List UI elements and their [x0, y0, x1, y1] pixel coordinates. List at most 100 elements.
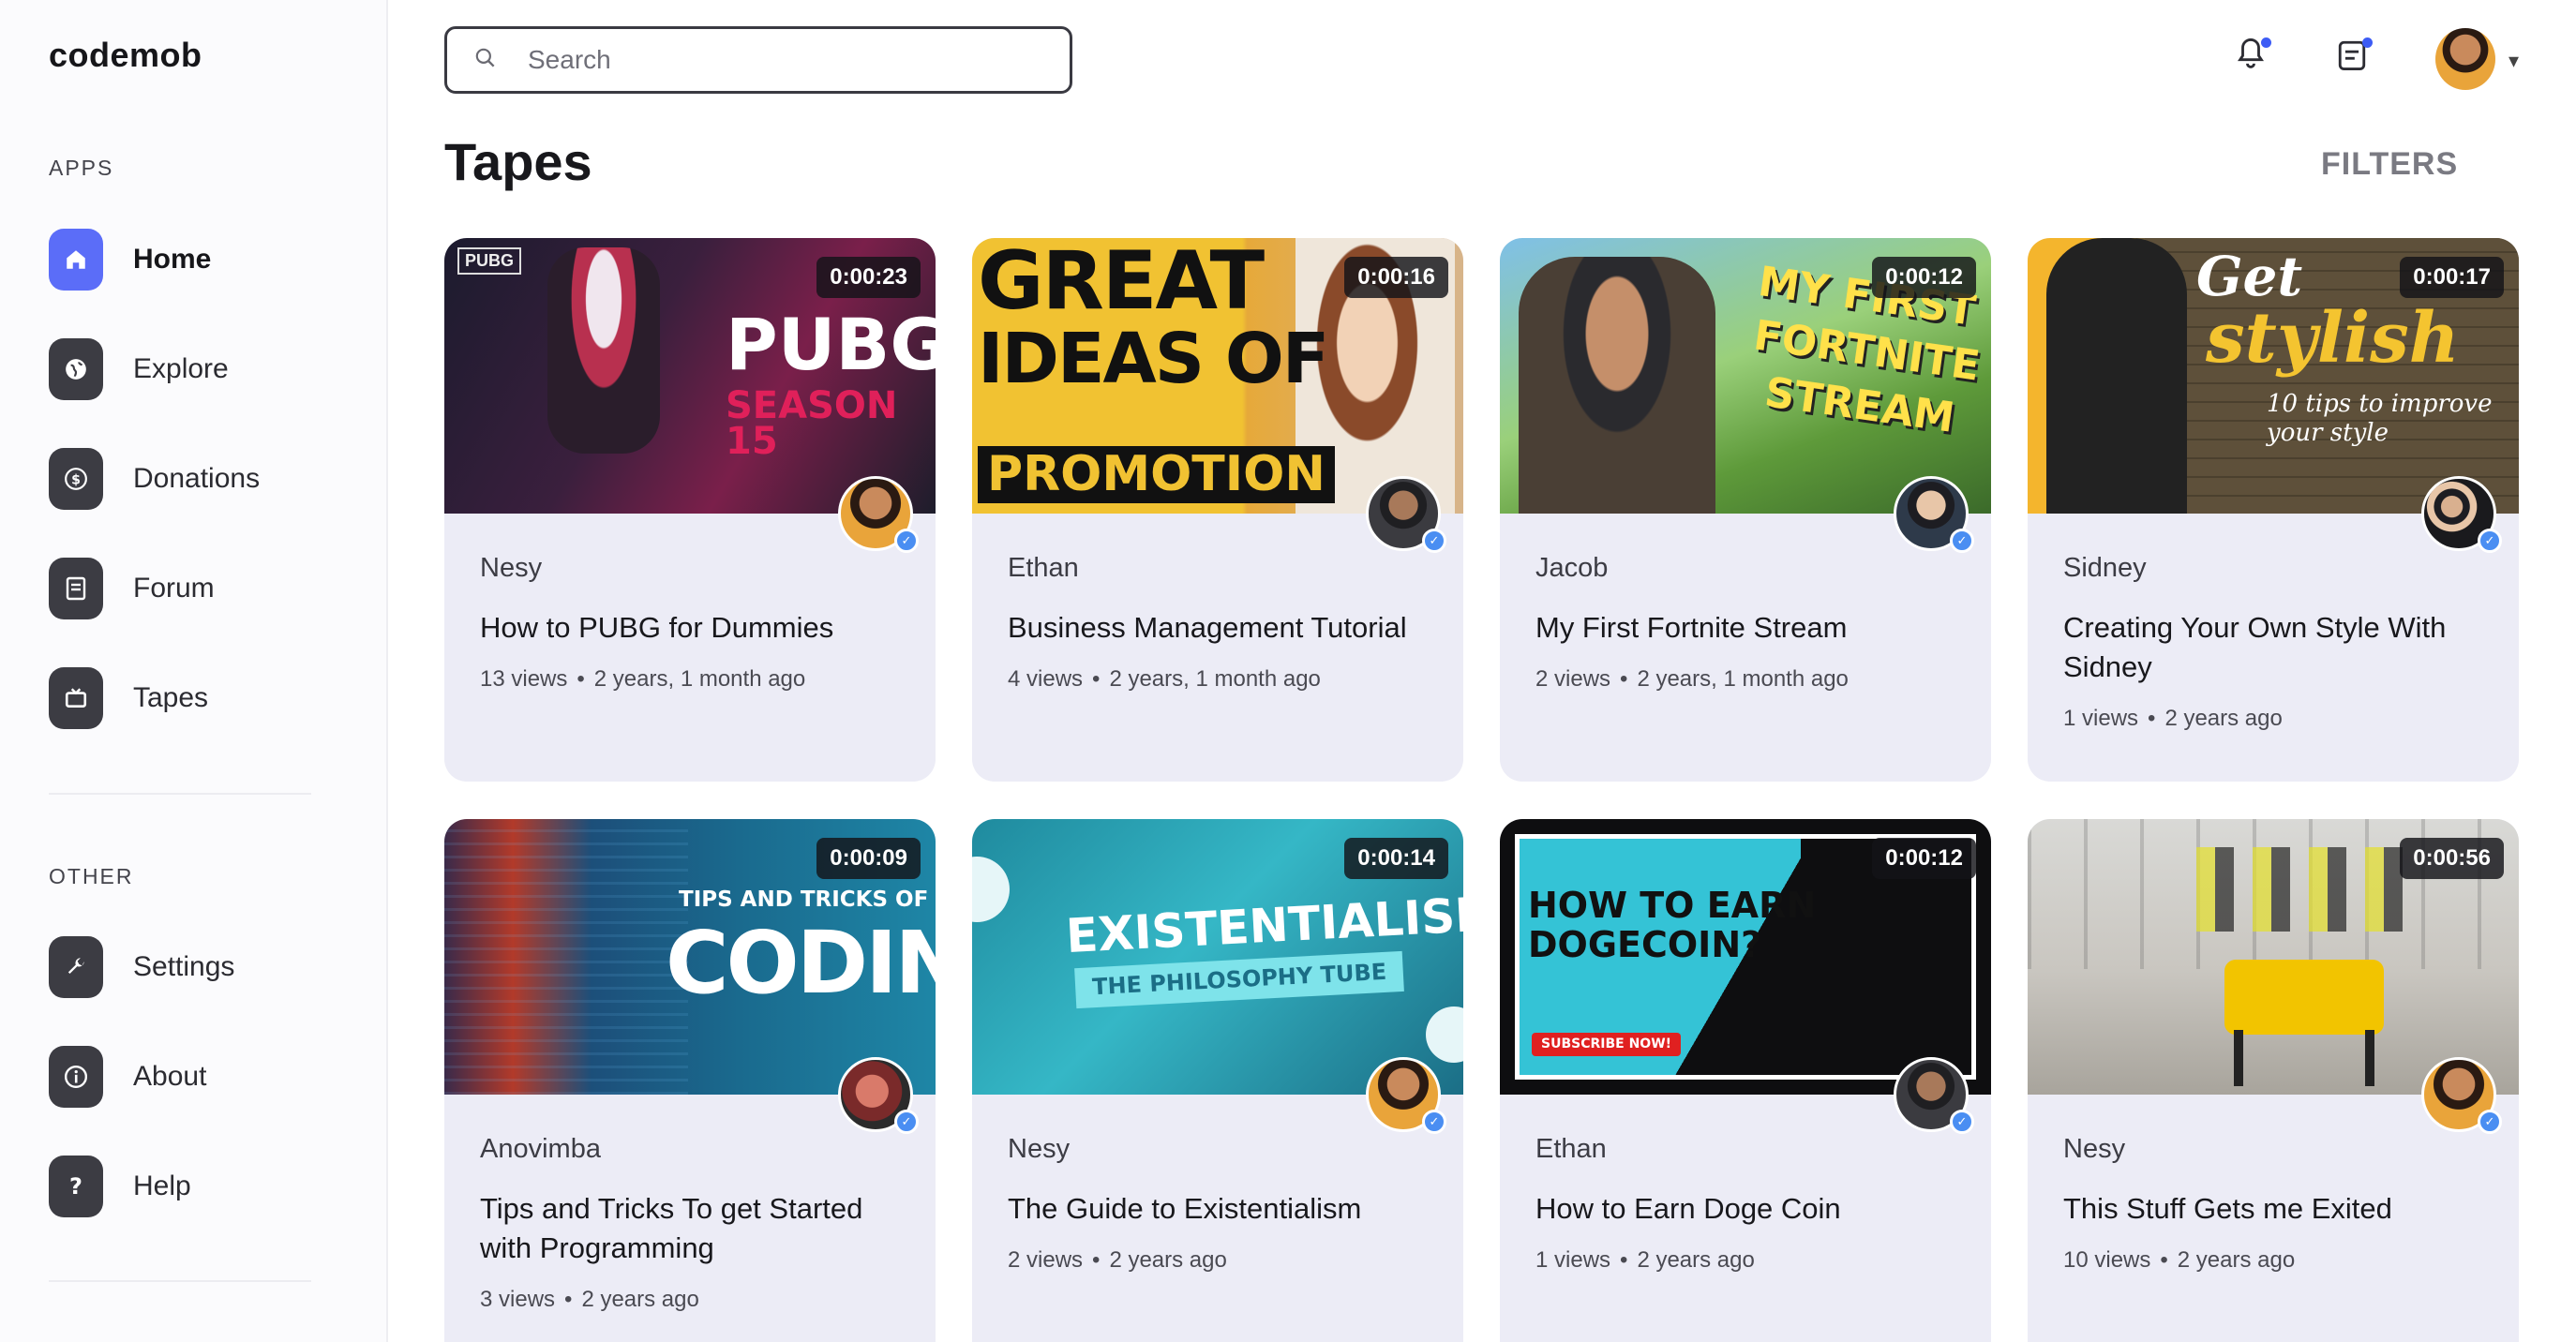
brand-logo[interactable]: codemob	[49, 36, 202, 75]
upload-age: 2 years, 1 month ago	[593, 666, 806, 693]
chevron-down-icon[interactable]: ▾	[2509, 49, 2519, 73]
verified-icon: ✓	[2478, 1110, 2502, 1134]
sidebar-item-label: Help	[133, 1171, 191, 1201]
tape-title[interactable]: How to PUBG for Dummies	[480, 608, 900, 648]
duration-badge: 0:00:12	[1872, 838, 1976, 879]
bell-icon	[2235, 37, 2267, 77]
verified-icon: ✓	[894, 1110, 919, 1134]
creator-name[interactable]: Nesy	[480, 553, 900, 584]
view-count: 3 views	[480, 1287, 556, 1313]
tv-icon	[49, 667, 103, 729]
upload-age: 2 years ago	[1637, 1247, 1755, 1274]
search-icon	[473, 46, 502, 75]
notifications-button[interactable]	[2235, 36, 2272, 79]
tape-card[interactable]: 0:00:56 ✓ Nesy This Stuff Gets me Exited…	[2028, 819, 2519, 1342]
creator-name[interactable]: Sidney	[2063, 553, 2483, 584]
tape-title[interactable]: This Stuff Gets me Exited	[2063, 1189, 2483, 1229]
verified-icon: ✓	[1422, 529, 1446, 553]
thumbnail: MY FIRST FORTNITE STREAM 0:00:12	[1500, 238, 1991, 514]
tape-meta: 4 views • 2 years, 1 month ago	[1008, 666, 1321, 693]
messages-button[interactable]	[2336, 36, 2374, 79]
character-figure	[547, 247, 660, 454]
search-input[interactable]	[528, 45, 1053, 75]
duration-badge: 0:00:17	[2400, 257, 2504, 298]
message-dot	[2362, 37, 2373, 48]
verified-icon: ✓	[1950, 1110, 1974, 1134]
creator-name[interactable]: Ethan	[1008, 553, 1428, 584]
thumbnail: GREAT IDEAS OF PROMOTION 0:00:16	[972, 238, 1463, 514]
sidebar-item-settings[interactable]: Settings	[49, 934, 349, 1000]
view-count: 10 views	[2063, 1247, 2151, 1274]
upload-age: 2 years, 1 month ago	[1109, 666, 1321, 693]
tape-card[interactable]: MY FIRST FORTNITE STREAM 0:00:12 ✓ Jacob…	[1500, 238, 1991, 782]
creator-name[interactable]: Anovimba	[480, 1134, 900, 1165]
upload-age: 2 years ago	[1109, 1247, 1227, 1274]
sidebar-item-donations[interactable]: $ Donations	[49, 446, 349, 512]
sidebar-item-label: Home	[133, 244, 212, 275]
thumbnail-subline: DOGECOIN?	[1528, 924, 1762, 965]
sidebar-item-label: Explore	[133, 353, 229, 384]
sidebar-item-tapes[interactable]: Tapes	[49, 665, 349, 731]
sidebar: codemob APPS Home Explore $ Donations Fo…	[0, 0, 388, 1342]
notification-dot	[2261, 37, 2271, 48]
creator-name[interactable]: Nesy	[1008, 1134, 1428, 1165]
user-avatar[interactable]	[2435, 28, 2495, 90]
tape-card[interactable]: PUBG PUBG SEASON 15 0:00:23 ✓ Nesy How t…	[444, 238, 936, 782]
thumbnail-subline: CODING	[666, 913, 936, 1013]
forum-icon	[49, 558, 103, 619]
robot-dog-figure	[2224, 960, 2384, 1035]
sidebar-item-home[interactable]: Home	[49, 227, 349, 292]
duration-badge: 0:00:14	[1344, 838, 1448, 879]
tape-card[interactable]: TIPS AND TRICKS OF CODING 0:00:09 ✓ Anov…	[444, 819, 936, 1342]
svg-text:$: $	[71, 472, 81, 487]
person-figure	[2046, 238, 2187, 514]
tape-title[interactable]: The Guide to Existentialism	[1008, 1189, 1428, 1229]
note-icon	[2336, 40, 2368, 77]
tape-title[interactable]: My First Fortnite Stream	[1535, 608, 1955, 648]
tape-card[interactable]: Get stylish 10 tips to improve your styl…	[2028, 238, 2519, 782]
globe-icon	[49, 338, 103, 400]
apps-section-label: APPS	[49, 156, 114, 180]
thumbnail: EXISTENTIALISM THE PHILOSOPHY TUBE 0:00:…	[972, 819, 1463, 1095]
thumbnail: PUBG PUBG SEASON 15 0:00:23	[444, 238, 936, 514]
search-box[interactable]	[444, 26, 1072, 94]
verified-icon: ✓	[1950, 529, 1974, 553]
tape-title[interactable]: Tips and Tricks To get Started with Prog…	[480, 1189, 900, 1268]
sidebar-divider	[49, 793, 311, 795]
sidebar-item-about[interactable]: About	[49, 1044, 349, 1110]
tape-meta: 10 views • 2 years ago	[2063, 1247, 2296, 1274]
info-icon	[49, 1046, 103, 1108]
tape-card[interactable]: GREAT IDEAS OF PROMOTION 0:00:16 ✓ Ethan…	[972, 238, 1463, 782]
thumbnail: Get stylish 10 tips to improve your styl…	[2028, 238, 2519, 514]
thumbnail: TIPS AND TRICKS OF CODING 0:00:09	[444, 819, 936, 1095]
tape-card[interactable]: HOW TO EARN DOGECOIN? SUBSCRIBE NOW! 0:0…	[1500, 819, 1991, 1342]
creator-name[interactable]: Nesy	[2063, 1134, 2483, 1165]
tape-meta: 3 views • 2 years ago	[480, 1287, 699, 1313]
sidebar-item-label: Forum	[133, 573, 215, 604]
tape-card[interactable]: EXISTENTIALISM THE PHILOSOPHY TUBE 0:00:…	[972, 819, 1463, 1342]
question-icon: ?	[49, 1156, 103, 1217]
thumbnail-headline: TIPS AND TRICKS OF	[679, 887, 929, 912]
thumbnail-tagline: SUBSCRIBE NOW!	[1532, 1033, 1682, 1057]
home-icon	[49, 229, 103, 291]
sidebar-item-label: Settings	[133, 951, 235, 982]
thumbnail-subline: IDEAS OF	[978, 319, 1329, 399]
sidebar-item-label: Donations	[133, 463, 261, 494]
robot-leg	[2365, 1030, 2374, 1086]
sidebar-item-help[interactable]: ? Help	[49, 1154, 349, 1219]
tape-title[interactable]: Creating Your Own Style With Sidney	[2063, 608, 2483, 687]
duration-badge: 0:00:16	[1344, 257, 1448, 298]
sidebar-item-forum[interactable]: Forum	[49, 556, 349, 621]
filters-button[interactable]: FILTERS	[2321, 146, 2458, 183]
tape-title[interactable]: How to Earn Doge Coin	[1535, 1189, 1955, 1229]
thumbnail: 0:00:56	[2028, 819, 2519, 1095]
tape-title[interactable]: Business Management Tutorial	[1008, 608, 1428, 648]
character-figure	[1519, 257, 1715, 514]
duration-badge: 0:00:12	[1872, 257, 1976, 298]
tape-meta: 1 views • 2 years ago	[1535, 1247, 1755, 1274]
upload-age: 2 years ago	[2164, 706, 2283, 732]
view-count: 4 views	[1008, 666, 1084, 693]
creator-name[interactable]: Ethan	[1535, 1134, 1955, 1165]
creator-name[interactable]: Jacob	[1535, 553, 1955, 584]
sidebar-item-explore[interactable]: Explore	[49, 336, 349, 402]
